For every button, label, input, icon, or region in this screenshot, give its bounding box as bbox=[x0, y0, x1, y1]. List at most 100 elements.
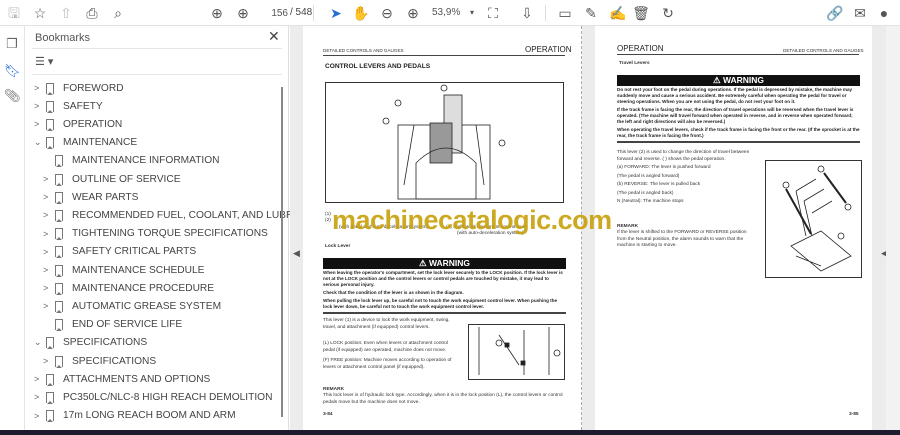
page-number: 3-84 bbox=[323, 412, 333, 417]
search-zoom-icon[interactable]: ⌕ bbox=[109, 4, 127, 22]
chevron-right-icon[interactable]: > bbox=[43, 247, 55, 257]
chevron-right-icon[interactable]: > bbox=[34, 374, 46, 384]
bookmark-item[interactable]: > SPECIFICATIONS bbox=[43, 352, 156, 370]
star-icon[interactable]: ☆ bbox=[31, 4, 49, 22]
comment-icon[interactable]: ▭ bbox=[556, 4, 574, 22]
bookmark-item[interactable]: > SAFETY CRITICAL PARTS bbox=[43, 243, 196, 261]
attachment-icon[interactable]: 📎︎ bbox=[4, 88, 21, 104]
bookmark-item[interactable]: > OUTLINE OF SERVICE bbox=[43, 170, 181, 188]
prev-page-arrow-icon[interactable]: ◀ bbox=[293, 248, 300, 259]
chevron-right-icon[interactable]: > bbox=[43, 265, 55, 275]
close-icon[interactable]: ✕ bbox=[268, 28, 280, 45]
bookmark-item[interactable]: MAINTENANCE INFORMATION bbox=[43, 152, 220, 170]
email-icon[interactable]: ✉ bbox=[851, 4, 869, 22]
chevron-right-icon[interactable]: > bbox=[43, 210, 55, 220]
divider bbox=[323, 312, 566, 314]
select-cursor-icon[interactable]: ➤ bbox=[327, 4, 345, 22]
pages-icon[interactable]: ❐ bbox=[4, 36, 20, 52]
bookmarks-icon[interactable]: 🔖︎ bbox=[4, 63, 21, 79]
sign-icon[interactable]: ✍ bbox=[609, 4, 627, 22]
bookmark-item[interactable]: END OF SERVICE LIFE bbox=[43, 316, 182, 334]
side-rail: ❐ 🔖︎ 📎︎ bbox=[0, 26, 25, 430]
bookmark-item[interactable]: > MAINTENANCE SCHEDULE bbox=[43, 261, 204, 279]
bookmark-icon bbox=[46, 82, 54, 95]
chevron-right-icon[interactable]: > bbox=[34, 119, 46, 129]
rotate-icon[interactable]: ↻ bbox=[659, 4, 677, 22]
warning-banner: ⚠ WARNING bbox=[323, 258, 566, 269]
header-section: DETAILED CONTROLS AND GAUGES bbox=[323, 48, 404, 53]
subheading: Travel Levers bbox=[619, 61, 650, 66]
bookmark-item[interactable]: > SAFETY bbox=[34, 97, 103, 115]
figure-control-levers bbox=[325, 82, 564, 203]
chevron-right-icon[interactable]: > bbox=[43, 301, 55, 311]
bookmark-item[interactable]: >17m LONG REACH BOOM AND ARM bbox=[34, 407, 236, 425]
bookmark-label: MAINTENANCE SCHEDULE bbox=[72, 264, 205, 276]
delete-icon[interactable]: 🗑 bbox=[632, 4, 650, 22]
chevron-right-icon[interactable]: > bbox=[34, 411, 46, 421]
paragraph: N (Neutral): The machine stops bbox=[617, 199, 684, 204]
chevron-right-icon[interactable]: > bbox=[43, 192, 55, 202]
chevron-right-icon[interactable]: > bbox=[34, 101, 46, 111]
scroll-mode-icon[interactable]: ⇩ bbox=[518, 4, 536, 22]
bookmark-label: AUTOMATIC GREASE SYSTEM bbox=[72, 300, 222, 312]
bookmark-icon bbox=[55, 155, 63, 168]
divider bbox=[32, 48, 282, 49]
save-icon[interactable]: 🖫 bbox=[5, 4, 23, 22]
bookmark-item[interactable]: > ATTACHMENTS AND OPTIONS bbox=[34, 370, 210, 388]
document-scrollbar[interactable] bbox=[886, 26, 900, 430]
fit-page-icon[interactable]: ⛶ bbox=[484, 4, 502, 22]
warning-item: When leaving the operator's compartment,… bbox=[323, 270, 563, 287]
print-icon[interactable]: ⎙ bbox=[83, 4, 101, 22]
chevron-right-icon[interactable]: > bbox=[43, 229, 55, 239]
bookmark-item[interactable]: > FOREWORD bbox=[34, 79, 124, 97]
divider bbox=[545, 5, 546, 21]
bookmark-label: MAINTENANCE bbox=[63, 137, 138, 149]
bookmark-item[interactable]: > TIGHTENING TORQUE SPECIFICATIONS bbox=[43, 225, 268, 243]
bookmark-label: MAINTENANCE INFORMATION bbox=[72, 155, 220, 167]
bookmark-item[interactable]: ⌄ MAINTENANCE bbox=[34, 134, 137, 152]
chevron-right-icon[interactable]: > bbox=[34, 392, 46, 402]
zoom-level[interactable]: 53,9% bbox=[432, 7, 460, 18]
bookmark-label: ATTACHMENTS AND OPTIONS bbox=[63, 373, 211, 385]
zoom-in-icon[interactable]: ⊕ bbox=[404, 4, 422, 22]
bookmark-icon bbox=[55, 228, 63, 241]
chevron-right-icon[interactable]: > bbox=[43, 356, 55, 366]
next-page-icon[interactable]: ⊕ bbox=[234, 4, 252, 22]
bookmark-item[interactable]: ⌄ SPECIFICATIONS bbox=[34, 334, 147, 352]
zoom-dropdown-icon[interactable]: ▾ bbox=[463, 4, 481, 22]
chevron-right-icon[interactable]: > bbox=[43, 174, 55, 184]
chevron-down-icon[interactable]: ⌄ bbox=[34, 337, 46, 348]
header-chapter: OPERATION bbox=[525, 45, 572, 54]
bookmark-options-button[interactable]: ☰ ▾ bbox=[35, 55, 53, 68]
bookmark-label: RECOMMENDED FUEL, COOLANT, AND LUBRICANT bbox=[72, 209, 324, 221]
bookmark-label: TIGHTENING TORQUE SPECIFICATIONS bbox=[72, 228, 268, 240]
account-icon[interactable]: ● bbox=[875, 4, 893, 22]
bookmark-icon bbox=[55, 355, 63, 368]
bookmark-label: FOREWORD bbox=[63, 82, 124, 94]
bookmark-icon bbox=[46, 137, 54, 150]
page-number-input[interactable] bbox=[258, 6, 288, 20]
chevron-down-icon[interactable]: ⌄ bbox=[34, 137, 46, 148]
panel-scrollbar[interactable] bbox=[281, 87, 283, 417]
bookmark-icon bbox=[55, 300, 63, 313]
bookmark-item[interactable]: > MAINTENANCE PROCEDURE bbox=[43, 279, 214, 297]
zoom-out-icon[interactable]: ⊖ bbox=[378, 4, 396, 22]
bookmark-icon bbox=[55, 264, 63, 277]
bookmark-item[interactable]: > OPERATION bbox=[34, 115, 122, 133]
page-right: OPERATION DETAILED CONTROLS AND GAUGES T… bbox=[595, 26, 872, 430]
bookmark-item[interactable]: > WEAR PARTS bbox=[43, 188, 138, 206]
bookmark-item[interactable]: > AUTOMATIC GREASE SYSTEM bbox=[43, 297, 221, 315]
upload-icon[interactable]: ⇧ bbox=[57, 4, 75, 22]
bookmark-label: 17m LONG REACH BOOM AND ARM bbox=[63, 410, 236, 422]
prev-page-icon[interactable]: ⊕ bbox=[208, 4, 226, 22]
chevron-right-icon[interactable]: > bbox=[43, 283, 55, 293]
share-link-icon[interactable]: 🔗 bbox=[826, 4, 844, 22]
bookmark-item[interactable]: > PC350LC/NLC-8 HIGH REACH DEMOLITION bbox=[34, 388, 272, 406]
warning-list: Do not rest your foot on the pedal durin… bbox=[617, 87, 860, 139]
pen-icon[interactable]: ✎ bbox=[582, 4, 600, 22]
chevron-right-icon[interactable]: > bbox=[34, 83, 46, 93]
warning-list: When leaving the operator's compartment,… bbox=[323, 270, 566, 310]
hand-icon[interactable]: ✋ bbox=[352, 4, 370, 22]
bookmark-label: SAFETY bbox=[63, 100, 103, 112]
bookmark-icon bbox=[55, 246, 63, 259]
